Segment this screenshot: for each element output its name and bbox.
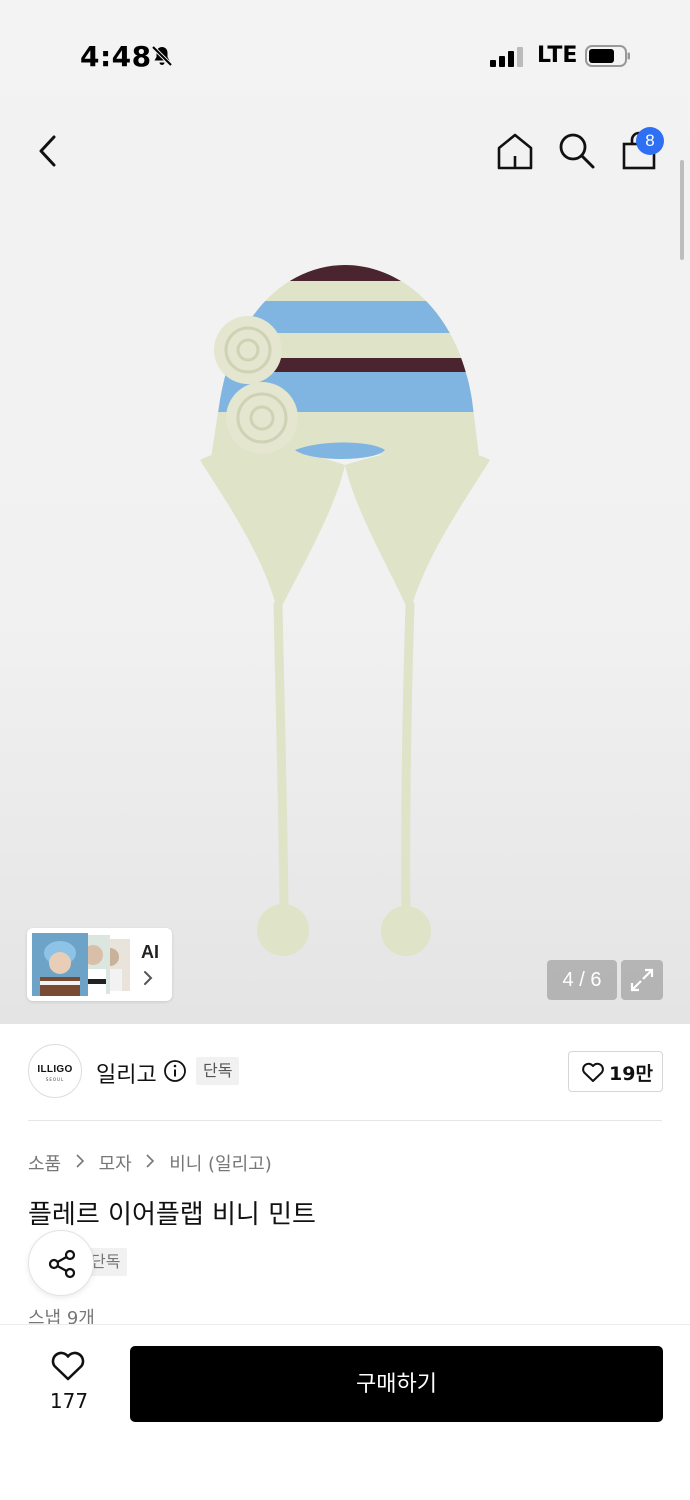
ai-thumbnail-images <box>32 933 130 996</box>
bottom-action-bar: 177 구매하기 <box>0 1324 690 1500</box>
scrollbar[interactable] <box>680 160 684 260</box>
chevron-right-icon <box>144 971 153 985</box>
breadcrumb-item[interactable]: 비니 (일리고) <box>169 1150 272 1176</box>
status-bar: 4:48 LTE <box>0 28 690 84</box>
expand-image-button[interactable] <box>621 960 663 1000</box>
wish-count: 177 <box>49 1389 89 1413</box>
ai-styling-card[interactable]: AI <box>27 928 172 1001</box>
home-icon[interactable] <box>494 130 536 172</box>
product-image <box>200 265 490 956</box>
chevron-right-icon <box>76 1154 84 1168</box>
share-button[interactable] <box>28 1230 94 1296</box>
brand-name[interactable]: 일리고 <box>96 1057 157 1089</box>
ai-label: AI <box>141 942 159 962</box>
search-icon[interactable] <box>556 130 596 170</box>
bell-off-icon <box>151 45 173 67</box>
back-icon[interactable] <box>32 130 66 172</box>
expand-icon <box>630 968 654 992</box>
heart-icon <box>582 1062 604 1082</box>
network-label: LTE <box>537 43 578 68</box>
breadcrumb: 소품 모자 비니 (일리고) <box>28 1150 272 1178</box>
brand-like-button[interactable]: 19만 <box>568 1051 663 1092</box>
brand-logo[interactable]: ILLIGO SEOUL <box>28 1044 82 1098</box>
cart-badge: 8 <box>636 127 664 155</box>
breadcrumb-item[interactable]: 소품 <box>28 1150 61 1176</box>
buy-button[interactable]: 구매하기 <box>130 1346 663 1422</box>
battery-icon <box>585 45 630 67</box>
product-image-gallery[interactable]: 4:48 LTE 8 AI 4 / 6 <box>0 0 690 1024</box>
heart-icon[interactable] <box>50 1349 86 1382</box>
signal-icon <box>490 47 523 67</box>
share-icon <box>48 1249 76 1279</box>
chevron-right-icon <box>146 1154 155 1168</box>
status-time: 4:48 <box>80 40 152 73</box>
info-icon[interactable] <box>163 1059 187 1083</box>
brand-logo-text: ILLIGO <box>37 1064 73 1075</box>
brand-like-count: 19만 <box>609 1063 653 1085</box>
exclusive-badge: 단독 <box>196 1057 240 1085</box>
divider <box>28 1120 662 1121</box>
brand-logo-subtext: SEOUL <box>45 1077 65 1082</box>
breadcrumb-item[interactable]: 모자 <box>99 1150 132 1176</box>
image-page-counter: 4 / 6 <box>547 960 617 1000</box>
product-title: 플레르 이어플랩 비니 민트 <box>28 1200 316 1230</box>
